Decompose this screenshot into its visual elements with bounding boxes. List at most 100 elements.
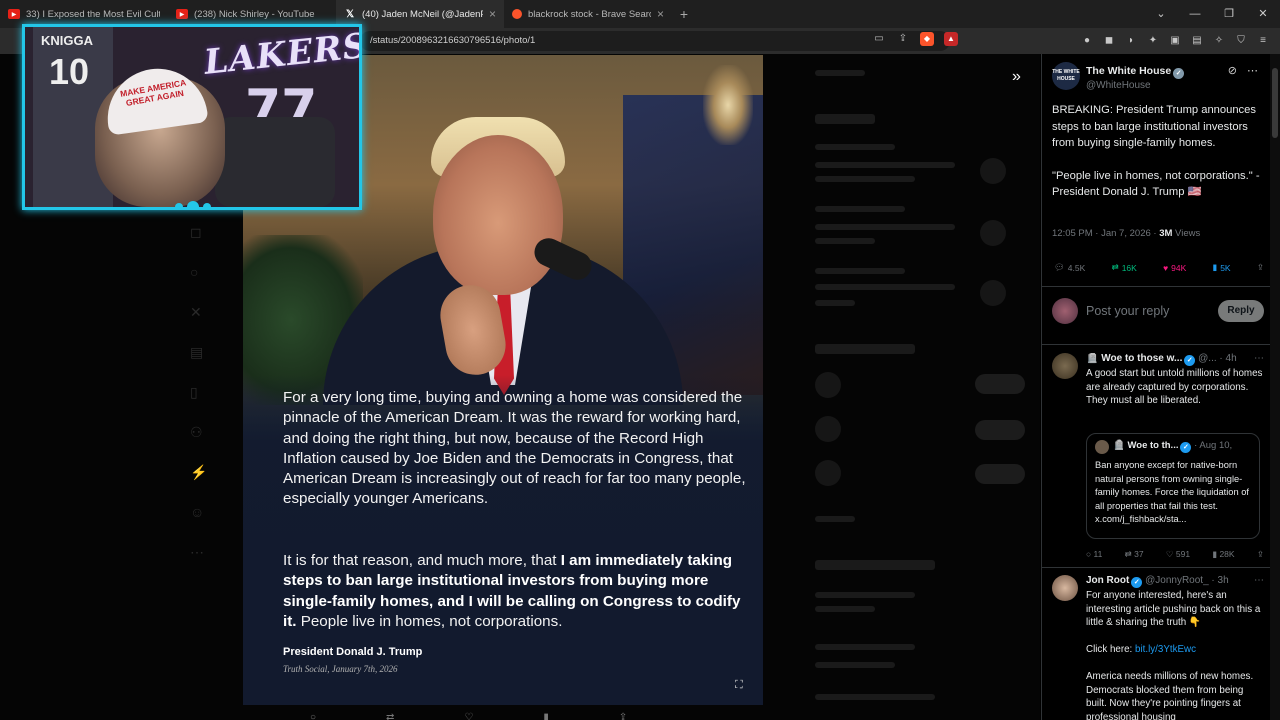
restore-icon[interactable]: ❐ [1212, 0, 1246, 28]
repost-button[interactable]: ⇄ 37 [1125, 549, 1144, 560]
webcam-overlay: KNIGGA 10 LAKERS 77 MAKE AMERICA GREAT A… [22, 24, 362, 210]
more-icon: ⋯ [190, 544, 204, 560]
tweet-detail-panel: THE WHITE HOUSE The White House ✓ @WhiteH… [1041, 54, 1270, 720]
close-tab-icon[interactable]: × [489, 7, 496, 21]
author-name[interactable]: The White House ✓ [1086, 65, 1185, 79]
white-house-avatar[interactable]: THE WHITE HOUSE [1052, 62, 1080, 90]
repost-icon[interactable]: ⇄ [386, 712, 394, 720]
youtube-icon: ▶ [8, 9, 20, 19]
leo-icon[interactable]: ✧ [1212, 34, 1226, 48]
sidebar-icon[interactable]: ▣ [1168, 34, 1182, 48]
tab-title: blackrock stock - Brave Search [528, 8, 651, 20]
like-button[interactable]: ♥ 94K [1163, 262, 1186, 273]
reply-author[interactable]: Jon Root ✓ @JonnyRoot_ · 3h [1086, 575, 1266, 588]
close-tab-icon[interactable]: × [657, 7, 664, 21]
reply-avatar[interactable] [1052, 575, 1078, 601]
scrollbar[interactable] [1270, 54, 1280, 720]
tweet-action-bar: 💬︎ 4.5K ⇄ 16K ♥ 94K ▮ 5K ⇪ [1054, 262, 1264, 273]
people-icon: ⚇ [190, 424, 203, 440]
alt-text-icon[interactable]: ⛶ [735, 679, 743, 692]
bookmark-icon: ▮ [1212, 262, 1218, 272]
url-text: /status/2008963216630796516/photo/1 [370, 35, 536, 46]
search-icon: ○ [190, 264, 199, 280]
overlay-dots [175, 201, 211, 207]
reply-composer: Post your reply Reply [1052, 298, 1264, 326]
bookmark-button[interactable]: ▮ 5K [1213, 262, 1231, 273]
grok-icon[interactable]: ⊘ [1228, 64, 1237, 77]
reply-icon: 💬︎ [1054, 262, 1065, 272]
share-icon[interactable]: ⇪ [896, 32, 910, 46]
views-button[interactable]: ▮ 28K [1212, 549, 1234, 560]
reply-icon[interactable]: ○ [310, 712, 316, 720]
close-window-icon[interactable]: ✕ [1246, 0, 1280, 28]
bookmark-icon: ▯ [190, 384, 198, 400]
tweet-meta: 12:05 PM · Jan 7, 2026 · 3M Views [1052, 228, 1201, 239]
tab-title: (238) Nick Shirley - YouTube [194, 8, 315, 20]
views-icon[interactable]: ▮ [543, 712, 549, 720]
author-handle[interactable]: @WhiteHouse [1086, 80, 1151, 91]
menu-icon[interactable]: ≡ [1256, 34, 1270, 48]
verified-icon: ✓ [1180, 442, 1192, 453]
x-icon: 𝕏 [345, 8, 355, 20]
expand-icon[interactable]: » [1012, 68, 1021, 86]
more-icon[interactable]: ⋯ [1254, 353, 1264, 364]
scrollbar-thumb[interactable] [1272, 68, 1278, 138]
minimize-icon[interactable]: — [1178, 0, 1212, 28]
share-button[interactable]: ⇪ [1257, 262, 1264, 273]
reply-input[interactable]: Post your reply [1086, 304, 1169, 318]
x-icon: ✕ [190, 304, 202, 320]
photo-action-bar: ○ ⇄ ♡ ▮ ⇪ [310, 712, 627, 720]
share-icon[interactable]: ⇪ [619, 712, 627, 720]
extension-icon[interactable]: ◼ [1102, 34, 1116, 48]
vpn-icon[interactable]: ⛉ [1234, 34, 1248, 48]
jersey-number: 10 [49, 51, 90, 92]
more-icon[interactable]: ⋯ [1254, 575, 1264, 586]
puzzle-icon[interactable]: ✦ [1146, 34, 1160, 48]
extension-icon[interactable]: ● [1080, 34, 1094, 48]
heart-icon: ♥ [1163, 262, 1169, 273]
dropdown-icon[interactable]: ⌄ [1144, 0, 1178, 28]
repost-icon: ⇄ [1111, 262, 1119, 272]
premium-icon: ⚡ [190, 464, 208, 480]
url-bar[interactable]: /status/2008963216630796516/photo/1 [360, 31, 950, 51]
reply-button[interactable]: ○ 11 [1086, 549, 1102, 560]
reply-avatar[interactable] [1052, 353, 1078, 379]
quote-author: 🪦 Woe to th... ✓ · Aug 10, [1113, 440, 1233, 453]
tweet-header: THE WHITE HOUSE The White House ✓ @WhiteH… [1052, 62, 1262, 96]
more-icon[interactable]: ⋯ [1247, 64, 1258, 77]
reply-text: For anyone interested, here's an interes… [1086, 590, 1261, 720]
reply-text: A good start but untold millions of home… [1086, 368, 1263, 407]
extension-icon[interactable]: ◗ [1124, 34, 1138, 48]
reply-button[interactable]: Reply [1218, 300, 1264, 322]
browser-tab[interactable]: blackrock stock - Brave Search × [504, 0, 672, 28]
verified-icon: ✓ [1184, 355, 1196, 366]
tab-title: (40) Jaden McNeil (@JadenPMc [362, 8, 483, 20]
reply-button[interactable]: 💬︎ 4.5K [1054, 262, 1085, 273]
like-button[interactable]: ♡ 591 [1166, 549, 1190, 560]
verified-icon: ✓ [1131, 577, 1143, 588]
reader-icon[interactable]: ▭ [872, 32, 886, 46]
wallet-icon[interactable]: ▤ [1190, 34, 1204, 48]
reply-tweet[interactable]: Jon Root ✓ @JonnyRoot_ · 3h ⋯ For anyone … [1052, 575, 1266, 720]
signature-source: Truth Social, January 7th, 2026 [283, 664, 398, 674]
brave-shields-icon[interactable]: ◆ [920, 32, 934, 46]
quote-paragraph: It is for that reason, and much more, th… [283, 552, 741, 630]
signature-name: President Donald J. Trump [283, 646, 423, 658]
share-icon: ⇪ [1256, 262, 1264, 272]
youtube-icon: ▶ [176, 9, 188, 19]
reply-link[interactable]: bit.ly/3YtkEwc [1135, 644, 1196, 655]
quote-paragraph: For a very long time, buying and owning … [283, 389, 746, 508]
like-icon[interactable]: ♡ [464, 712, 473, 720]
quote-avatar [1095, 440, 1109, 454]
user-avatar [1052, 298, 1078, 324]
reply-tweet[interactable]: 🪦 Woe to those w... ✓ @... · 4h ⋯ A good … [1052, 353, 1266, 573]
rewards-icon[interactable]: ▲ [944, 32, 958, 46]
quoted-tweet[interactable]: 🪦 Woe to th... ✓ · Aug 10, Ban anyone exc… [1086, 433, 1260, 539]
reply-author[interactable]: 🪦 Woe to those w... ✓ @... · 4h [1086, 353, 1266, 366]
dimmed-right-sidebar [805, 54, 1040, 720]
list-icon: ▤ [190, 344, 204, 360]
tab-title: 33) I Exposed the Most Evil Cult in [26, 8, 160, 20]
repost-button[interactable]: ⇄ 16K [1112, 262, 1137, 273]
new-tab-button[interactable]: + [672, 6, 696, 22]
share-icon[interactable]: ⇪ [1257, 549, 1264, 560]
